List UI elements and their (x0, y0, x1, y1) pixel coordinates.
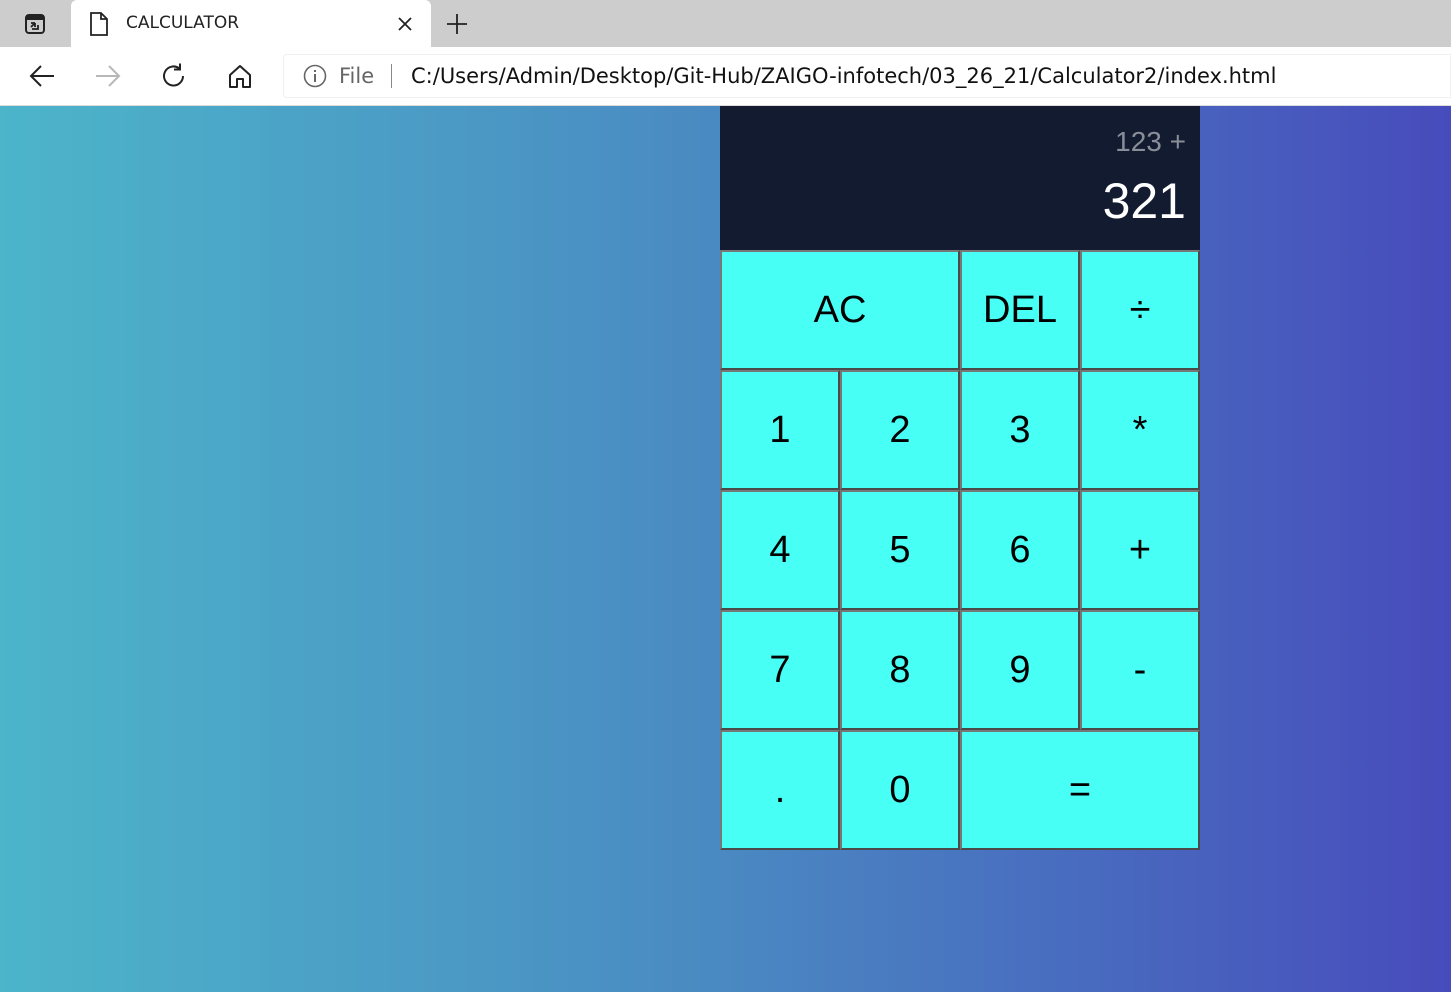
home-icon (227, 63, 253, 89)
document-icon (89, 12, 109, 36)
digit-1-button[interactable]: 1 (720, 370, 840, 490)
all-clear-button[interactable]: AC (720, 250, 960, 370)
calculator-display: 123 + 321 (720, 106, 1200, 250)
decimal-button[interactable]: . (720, 730, 840, 850)
back-button[interactable] (26, 60, 58, 92)
digit-0-button[interactable]: 0 (840, 730, 960, 850)
back-arrow-icon (28, 64, 56, 88)
digit-9-button[interactable]: 9 (960, 610, 1080, 730)
refresh-button[interactable] (158, 60, 190, 92)
equals-button[interactable]: = (960, 730, 1200, 850)
calculator: 123 + 321 AC DEL ÷ 1 2 3 * 4 5 6 + 7 8 9… (720, 106, 1200, 850)
browser-toolbar: File C:/Users/Admin/Desktop/Git-Hub/ZAIG… (0, 47, 1451, 106)
tab-title: CALCULATOR (126, 13, 240, 33)
calculator-keypad: AC DEL ÷ 1 2 3 * 4 5 6 + 7 8 9 - . 0 = (720, 250, 1200, 850)
add-button[interactable]: + (1080, 490, 1200, 610)
close-icon (397, 16, 413, 32)
subtract-button[interactable]: - (1080, 610, 1200, 730)
delete-button[interactable]: DEL (960, 250, 1080, 370)
digit-3-button[interactable]: 3 (960, 370, 1080, 490)
url-text[interactable]: C:/Users/Admin/Desktop/Git-Hub/ZAIGO-inf… (411, 64, 1276, 88)
scheme-label: File (339, 64, 375, 88)
tab-strip: CALCULATOR (0, 0, 1451, 47)
forward-button[interactable] (92, 60, 124, 92)
close-tab-button[interactable] (393, 12, 417, 36)
previous-operand: 123 + (1115, 126, 1186, 157)
new-tab-button[interactable] (443, 10, 471, 38)
forward-arrow-icon (94, 64, 122, 88)
browser-chrome: CALCULATOR File C:/Users/Admin/Desktop/G… (0, 0, 1451, 106)
digit-8-button[interactable]: 8 (840, 610, 960, 730)
tab-actions-button[interactable] (0, 0, 70, 47)
address-bar[interactable]: File C:/Users/Admin/Desktop/Git-Hub/ZAIG… (283, 54, 1451, 98)
digit-5-button[interactable]: 5 (840, 490, 960, 610)
digit-7-button[interactable]: 7 (720, 610, 840, 730)
tab-calculator[interactable]: CALCULATOR (71, 0, 431, 47)
divide-button[interactable]: ÷ (1080, 250, 1200, 370)
digit-2-button[interactable]: 2 (840, 370, 960, 490)
digit-6-button[interactable]: 6 (960, 490, 1080, 610)
digit-4-button[interactable]: 4 (720, 490, 840, 610)
plus-icon (445, 12, 469, 36)
home-button[interactable] (224, 60, 256, 92)
multiply-button[interactable]: * (1080, 370, 1200, 490)
tab-actions-icon (24, 13, 46, 35)
address-separator (391, 64, 392, 88)
current-operand: 321 (1102, 173, 1186, 229)
page-viewport: 123 + 321 AC DEL ÷ 1 2 3 * 4 5 6 + 7 8 9… (0, 106, 1451, 992)
info-icon[interactable] (303, 64, 327, 88)
refresh-icon (160, 62, 188, 90)
